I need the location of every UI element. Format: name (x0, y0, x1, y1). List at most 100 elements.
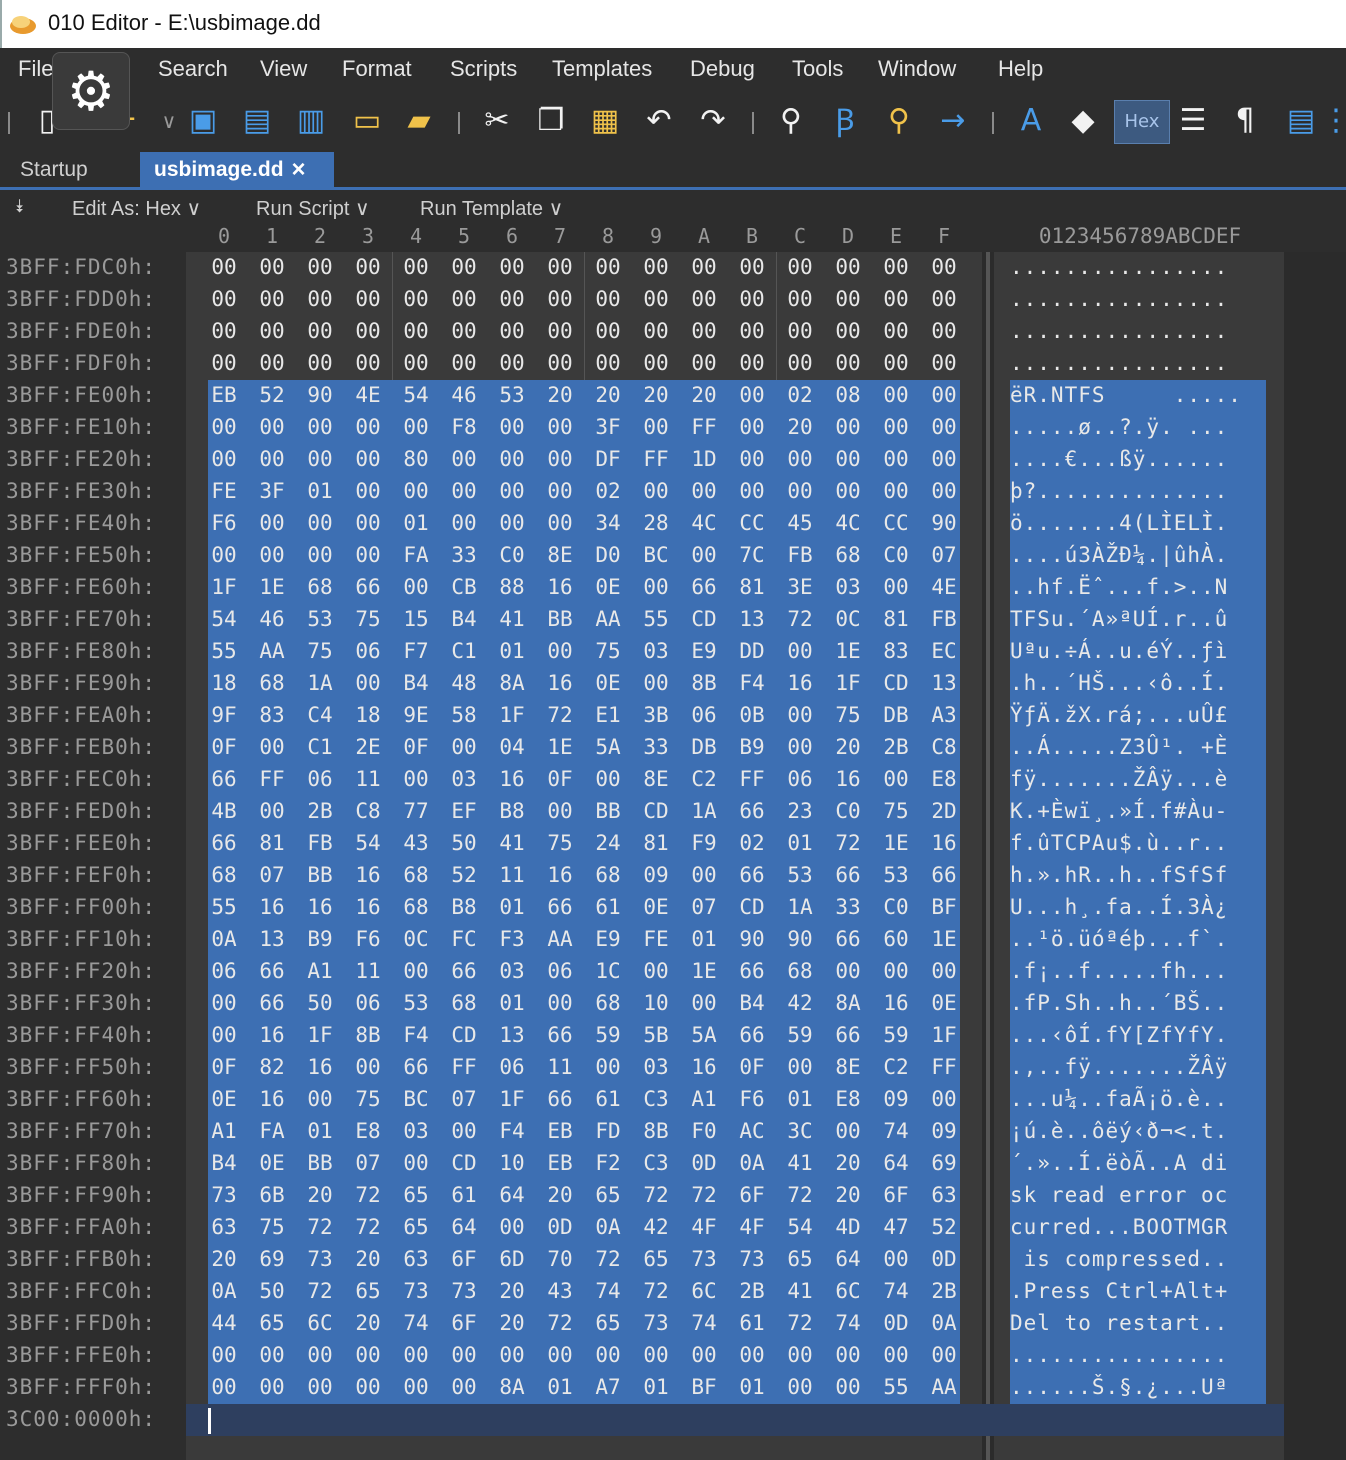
hex-byte[interactable]: 00 (920, 287, 968, 311)
hex-byte[interactable]: 09 (632, 863, 680, 887)
find-icon[interactable]: ⚲ (770, 100, 812, 142)
hex-byte[interactable]: 83 (248, 703, 296, 727)
hex-byte[interactable]: 6F (872, 1183, 920, 1207)
menu-help[interactable]: Help (998, 56, 1043, 82)
hex-byte[interactable]: 00 (488, 287, 536, 311)
hex-byte[interactable]: 00 (728, 383, 776, 407)
hex-byte[interactable]: 3E (776, 575, 824, 599)
hex-byte[interactable]: 00 (536, 255, 584, 279)
hex-byte[interactable]: F8 (440, 415, 488, 439)
hex-byte[interactable]: F7 (392, 639, 440, 663)
hex-byte[interactable]: FA (392, 543, 440, 567)
hex-byte[interactable]: 59 (776, 1023, 824, 1047)
hex-byte[interactable]: 00 (344, 1055, 392, 1079)
hex-byte[interactable]: 13 (248, 927, 296, 951)
row-ascii[interactable]: .h..´HŠ...‹ô..Í. (1010, 671, 1228, 695)
hex-byte[interactable]: 33 (824, 895, 872, 919)
hex-byte[interactable]: 47 (872, 1215, 920, 1239)
hex-byte[interactable]: 00 (248, 735, 296, 759)
hex-byte[interactable]: 00 (584, 287, 632, 311)
hex-byte[interactable]: 8E (632, 767, 680, 791)
hex-byte[interactable]: B9 (296, 927, 344, 951)
hex-byte[interactable]: 00 (488, 319, 536, 343)
hex-byte[interactable]: 16 (488, 767, 536, 791)
hex-byte[interactable]: 00 (872, 575, 920, 599)
hex-byte[interactable]: 5A (584, 735, 632, 759)
hex-byte[interactable]: 74 (824, 1311, 872, 1335)
hex-byte[interactable]: 66 (824, 1023, 872, 1047)
hex-byte[interactable]: 00 (392, 255, 440, 279)
hex-byte[interactable]: 20 (200, 1247, 248, 1271)
hex-byte[interactable]: FF (248, 767, 296, 791)
hex-byte[interactable]: 00 (200, 319, 248, 343)
hex-byte[interactable]: 55 (200, 639, 248, 663)
hex-byte[interactable]: CD (872, 671, 920, 695)
hex-byte[interactable]: 00 (872, 447, 920, 471)
hex-byte[interactable]: 24 (584, 831, 632, 855)
hex-byte[interactable]: 00 (248, 1343, 296, 1367)
hex-byte[interactable]: 6B (248, 1183, 296, 1207)
hex-byte[interactable]: 66 (728, 863, 776, 887)
run-script-dropdown[interactable]: Run Script ∨ (256, 196, 370, 221)
hex-byte[interactable]: 63 (392, 1247, 440, 1271)
hex-byte[interactable]: AA (920, 1375, 968, 1399)
hex-byte[interactable]: 00 (680, 991, 728, 1015)
hex-byte[interactable]: 20 (824, 735, 872, 759)
hex-byte[interactable]: 6C (680, 1279, 728, 1303)
hex-byte[interactable]: 75 (344, 607, 392, 631)
hex-byte[interactable]: 00 (344, 1375, 392, 1399)
hex-byte[interactable]: 00 (248, 255, 296, 279)
hex-byte[interactable]: 00 (344, 287, 392, 311)
hex-byte[interactable]: 00 (440, 511, 488, 535)
hex-byte[interactable]: 1C (584, 959, 632, 983)
hex-byte[interactable]: 00 (680, 319, 728, 343)
hex-byte[interactable]: 75 (872, 799, 920, 823)
hex-byte[interactable]: 4C (824, 511, 872, 535)
find-in-files-icon[interactable]: ⚲ (878, 100, 920, 142)
hex-byte[interactable]: F3 (488, 927, 536, 951)
hex-byte[interactable]: 66 (536, 1023, 584, 1047)
hex-byte[interactable]: 00 (536, 639, 584, 663)
hex-byte[interactable]: 83 (872, 639, 920, 663)
hex-byte[interactable]: 61 (584, 1087, 632, 1111)
hex-byte[interactable]: 66 (200, 831, 248, 855)
menu-window[interactable]: Window (878, 56, 956, 82)
hex-byte[interactable]: 1A (776, 895, 824, 919)
hex-byte[interactable]: 03 (488, 959, 536, 983)
hex-byte[interactable]: A3 (920, 703, 968, 727)
hex-byte[interactable]: 00 (392, 479, 440, 503)
hex-byte[interactable]: 81 (248, 831, 296, 855)
row-ascii[interactable]: ëR.NTFS ..... (1010, 383, 1242, 407)
hex-byte[interactable]: 00 (872, 415, 920, 439)
hex-byte[interactable]: 00 (392, 767, 440, 791)
hex-byte[interactable]: 06 (200, 959, 248, 983)
hex-byte[interactable]: 16 (344, 863, 392, 887)
hex-byte[interactable]: 60 (872, 927, 920, 951)
hex-byte[interactable]: 06 (536, 959, 584, 983)
hex-byte[interactable]: DF (584, 447, 632, 471)
hex-byte[interactable]: 73 (632, 1311, 680, 1335)
hex-byte[interactable]: 54 (200, 607, 248, 631)
hex-byte[interactable]: 68 (776, 959, 824, 983)
hex-byte[interactable]: 00 (296, 255, 344, 279)
hex-byte[interactable]: 00 (680, 863, 728, 887)
hex-byte[interactable]: 88 (488, 575, 536, 599)
hex-byte[interactable]: 00 (536, 351, 584, 375)
hex-byte[interactable]: 6C (824, 1279, 872, 1303)
hex-byte[interactable]: B8 (440, 895, 488, 919)
tab-startup[interactable]: Startup (6, 152, 136, 188)
hex-byte[interactable]: 00 (200, 447, 248, 471)
hex-byte[interactable]: 00 (392, 959, 440, 983)
row-ascii[interactable]: .Press Ctrl+Alt+ (1010, 1279, 1228, 1303)
hex-byte[interactable]: 0F (200, 1055, 248, 1079)
hex-byte[interactable]: 01 (392, 511, 440, 535)
row-ascii[interactable]: sk read error oc (1010, 1183, 1228, 1207)
row-ascii[interactable]: .f¡..f.....fh... (1010, 959, 1228, 983)
cut-icon[interactable]: ✂ (476, 100, 518, 142)
hex-byte[interactable]: 00 (680, 287, 728, 311)
hex-byte[interactable]: 20 (824, 1151, 872, 1175)
inspector-icon[interactable]: ▤ (1280, 100, 1322, 142)
hex-byte[interactable]: FE (632, 927, 680, 951)
hex-byte[interactable]: 45 (776, 511, 824, 535)
hex-byte[interactable]: 53 (296, 607, 344, 631)
